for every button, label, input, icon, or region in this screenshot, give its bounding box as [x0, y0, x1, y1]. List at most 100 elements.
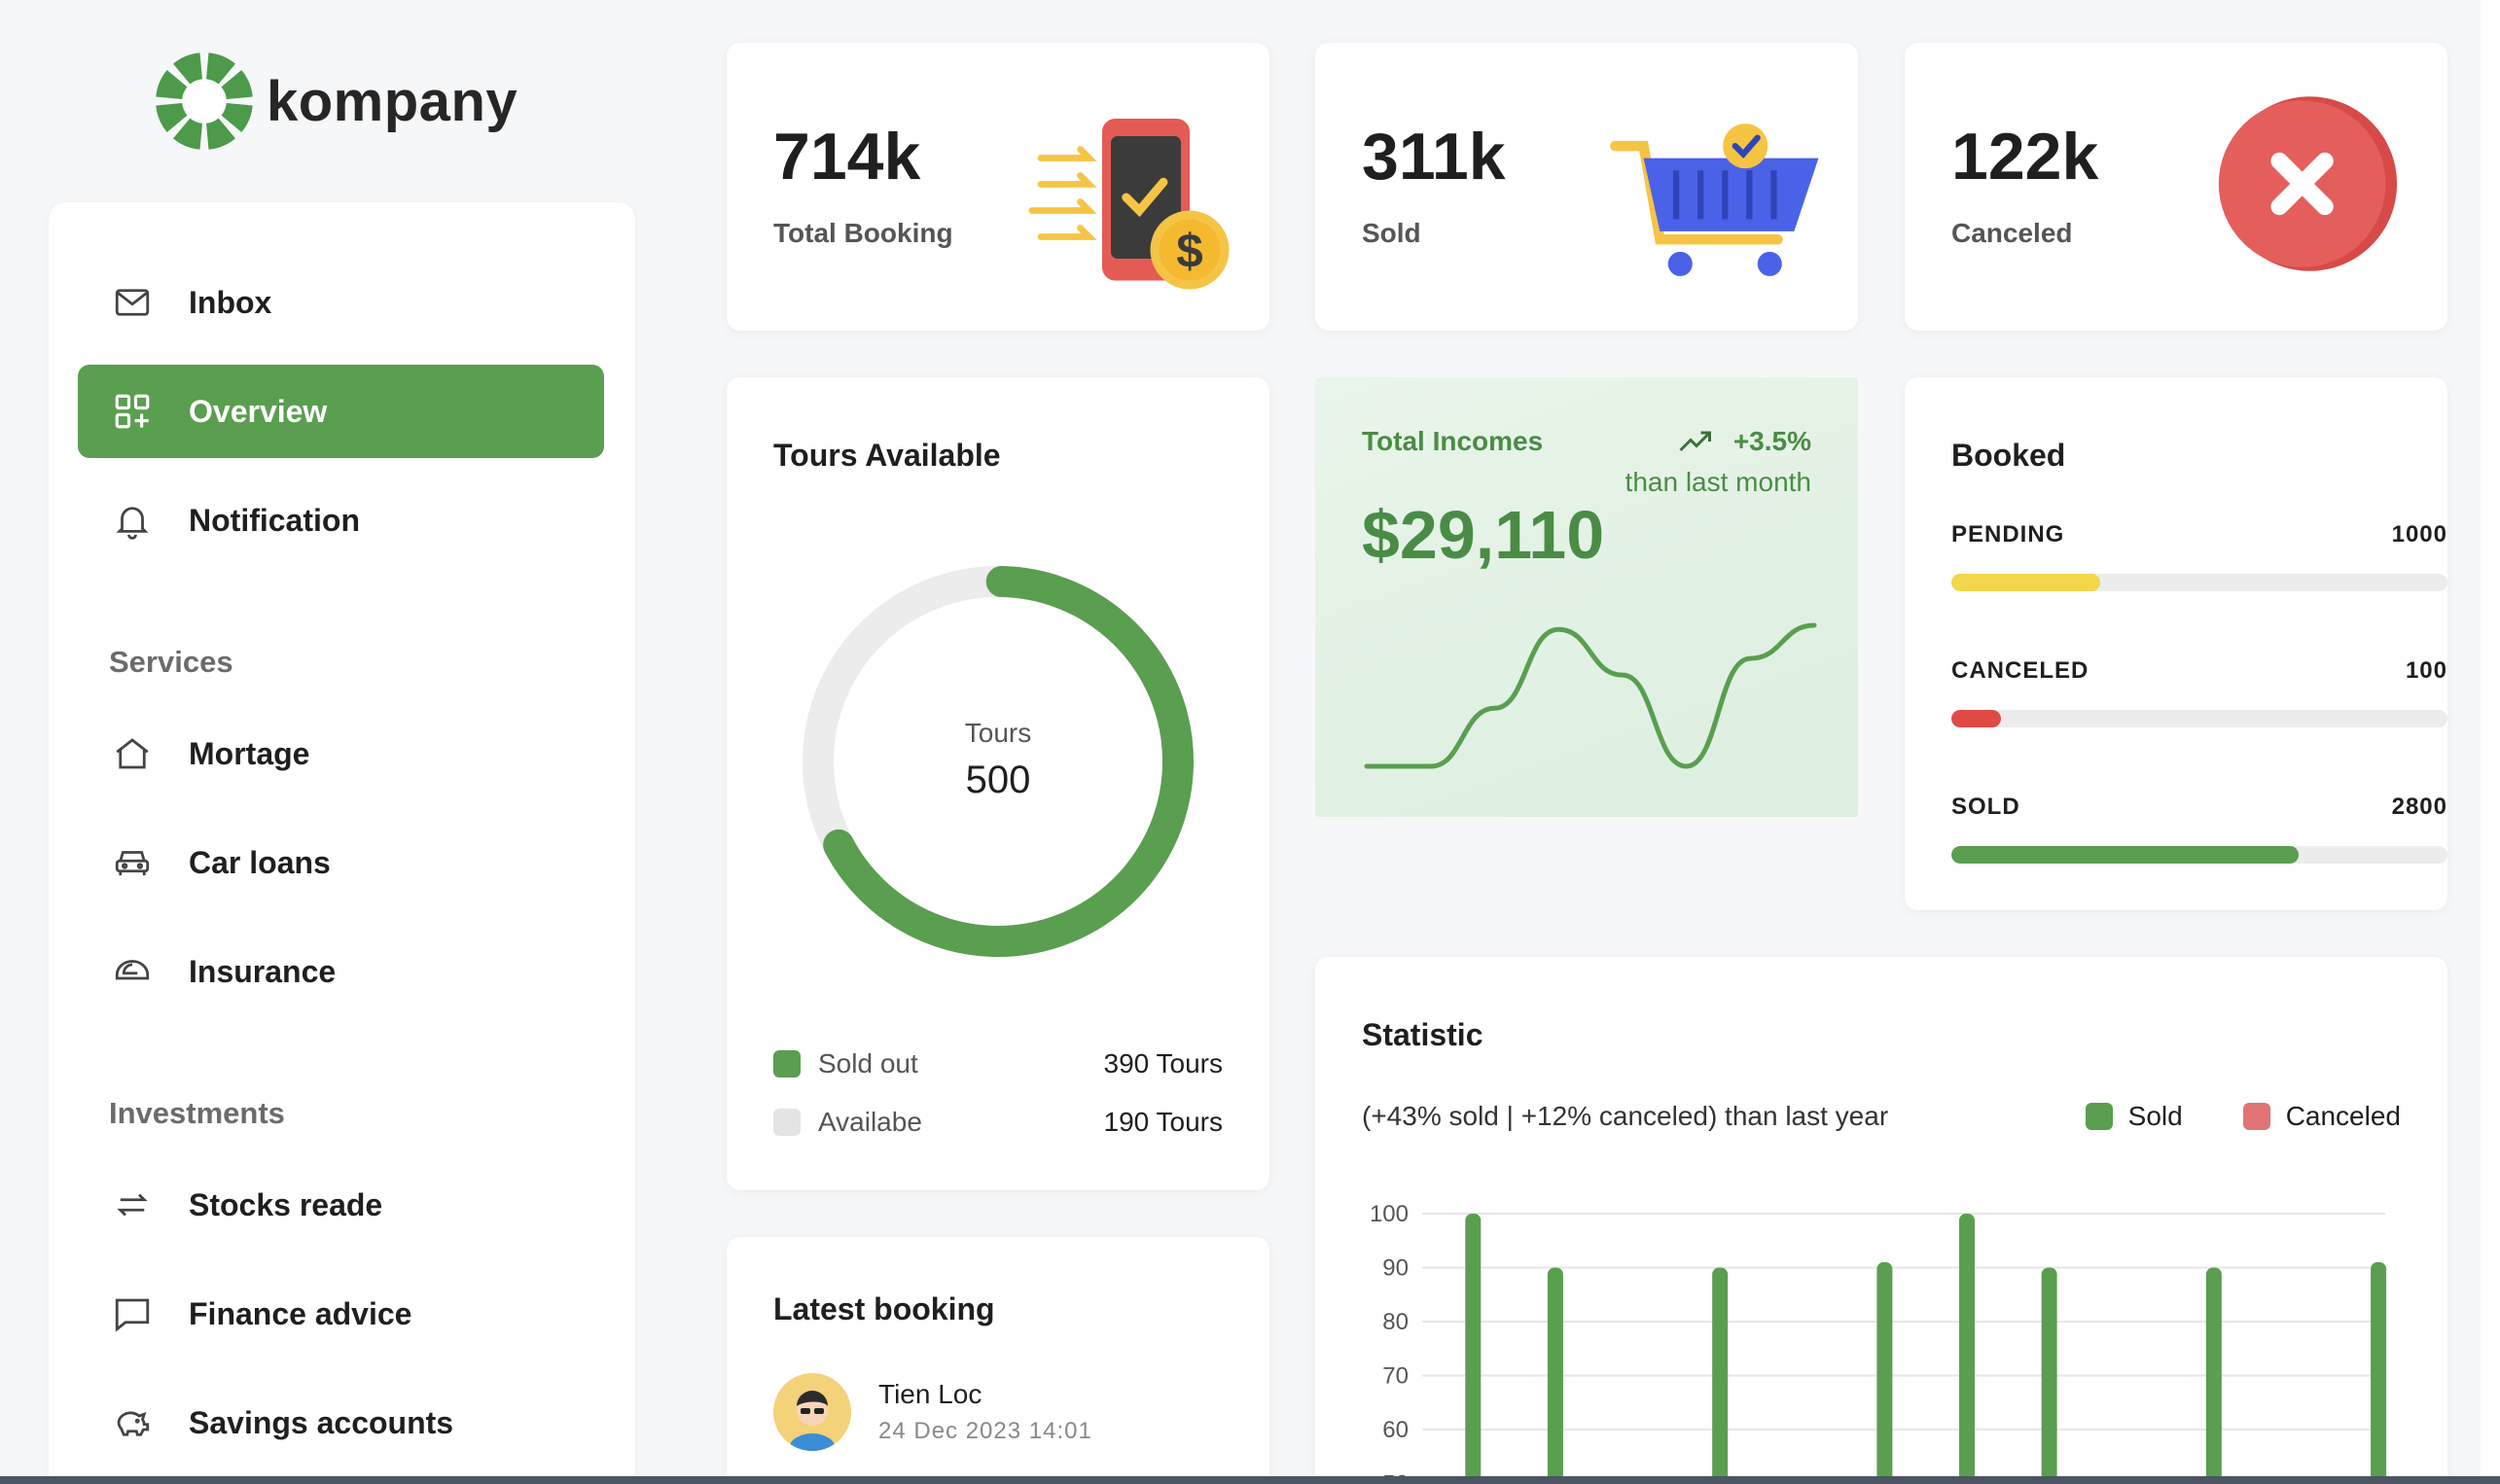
- booked-row-sold: SOLD 2800: [1951, 794, 2447, 864]
- legend-swatch-sold: [2085, 1103, 2113, 1130]
- nav-item-finance-advice[interactable]: Finance advice: [78, 1267, 604, 1360]
- bar-sold[interactable]: [1465, 1214, 1482, 1484]
- arrows-swap-icon: [111, 1184, 154, 1226]
- booked-label: CANCELED: [1951, 657, 2089, 684]
- statistic-bar-chart: 1009080706050: [1370, 1201, 2387, 1484]
- legend-label-canceled: Canceled: [2285, 1101, 2401, 1131]
- booked-card: Booked PENDING 1000 CANCELED 100 SOLD 2800: [1905, 377, 2447, 910]
- window-edge: [2481, 0, 2500, 1484]
- svg-text:$: $: [1176, 225, 1203, 278]
- window-edge: [0, 1476, 2500, 1484]
- total-incomes-card: Total Incomes +3.5% than last month $29,…: [1315, 377, 1858, 817]
- nav-label-car-loans: Car loans: [189, 844, 331, 880]
- brand-name: kompany: [267, 69, 518, 133]
- income-amount: $29,110: [1362, 497, 1605, 573]
- legend-label-sold: Sold: [2127, 1101, 2183, 1131]
- booking-entry[interactable]: Tien Loc 24 Dec 2023 14:01: [773, 1373, 1092, 1451]
- kpi-value: 122k: [1951, 120, 2099, 194]
- nav-item-stocks-reade[interactable]: Stocks reade: [78, 1158, 604, 1252]
- car-icon: [111, 841, 154, 884]
- kpi-label: Canceled: [1951, 218, 2073, 248]
- logo-mark-icon: [156, 53, 253, 150]
- nav-item-savings-accounts[interactable]: Savings accounts: [78, 1376, 604, 1469]
- legend-value: 190 Tours: [1103, 1107, 1223, 1137]
- nav-label-overview: Overview: [189, 393, 328, 429]
- y-tick-label: 80: [1382, 1309, 1409, 1335]
- booked-row-pending: PENDING 1000: [1951, 521, 2447, 591]
- brand-logo[interactable]: kompany: [154, 51, 518, 152]
- cancel-circle-illustration-icon: [2218, 96, 2398, 271]
- income-change-note: than last month: [1625, 467, 1811, 497]
- trending-up-icon: [1679, 431, 1711, 452]
- bar-sold[interactable]: [1959, 1214, 1975, 1484]
- income-change: +3.5%: [1732, 426, 1811, 456]
- bar-sold[interactable]: [2205, 1267, 2222, 1484]
- kpi-card-canceled[interactable]: 122k Canceled: [1905, 43, 2447, 331]
- nav-label-mortage: Mortage: [189, 735, 310, 771]
- booked-value: 1000: [2391, 521, 2447, 548]
- statistic-card: Statistic (+43% sold | +12% canceled) th…: [1315, 957, 2447, 1484]
- bell-icon: [111, 499, 154, 542]
- phone-payment-illustration-icon: $: [1028, 119, 1230, 290]
- y-tick-label: 100: [1370, 1201, 1409, 1227]
- nav-label-stocks-reade: Stocks reade: [189, 1186, 383, 1222]
- nav-item-mortage[interactable]: Mortage: [78, 707, 604, 800]
- nav-item-notification[interactable]: Notification: [78, 474, 604, 567]
- nav-label-savings-accounts: Savings accounts: [189, 1404, 454, 1440]
- legend-label: Availabe: [818, 1107, 922, 1137]
- bar-sold[interactable]: [1712, 1267, 1729, 1484]
- shopping-cart-illustration-icon: [1610, 124, 1819, 276]
- sidebar: Inbox Overview Notification Services Mor…: [49, 202, 635, 1484]
- legend-label: Sold out: [818, 1048, 918, 1078]
- nav-item-insurance[interactable]: Insurance: [78, 925, 604, 1018]
- bar-sold[interactable]: [1876, 1261, 1893, 1484]
- card-title: Statistic: [1362, 1017, 1483, 1052]
- nav-item-car-loans[interactable]: Car loans: [78, 816, 604, 909]
- kpi-card-total-booking[interactable]: 714k Total Booking $: [727, 43, 1269, 331]
- chat-icon: [111, 1292, 154, 1335]
- legend-swatch: [773, 1109, 801, 1136]
- booked-row-canceled: CANCELED 100: [1951, 657, 2447, 727]
- house-icon: [111, 732, 154, 775]
- y-tick-label: 90: [1382, 1254, 1409, 1281]
- section-label-services: Services: [109, 645, 233, 679]
- kpi-label: Sold: [1362, 218, 1421, 248]
- avatar-illustration-icon: [773, 1373, 851, 1451]
- donut-center-value: 500: [965, 759, 1031, 801]
- booked-value: 100: [2405, 657, 2447, 684]
- bar-sold[interactable]: [1547, 1267, 1563, 1484]
- donut-center-label: Tours: [964, 718, 1032, 748]
- latest-booking-card: Latest booking Tien Loc 24 Dec 2023 14:0…: [727, 1237, 1269, 1484]
- kpi-card-sold[interactable]: 311k Sold: [1315, 43, 1858, 331]
- booking-name: Tien Loc: [878, 1379, 982, 1409]
- booking-time: 24 Dec 2023 14:01: [878, 1418, 1092, 1444]
- card-title: Latest booking: [773, 1291, 995, 1326]
- card-title: Booked: [1951, 438, 2066, 473]
- tours-available-card: Tours Available Tours 500 Sold out 390 T…: [727, 377, 1269, 1190]
- booked-progress-track: [1951, 846, 2447, 864]
- income-title: Total Incomes: [1362, 426, 1544, 456]
- piggy-bank-icon: [111, 1401, 154, 1444]
- booked-progress-fill: [1951, 710, 2001, 727]
- nav-item-overview[interactable]: Overview: [78, 365, 604, 458]
- bar-sold[interactable]: [2371, 1261, 2387, 1484]
- booked-progress-track: [1951, 710, 2447, 727]
- grid-plus-icon: [111, 390, 154, 433]
- mail-icon: [111, 281, 154, 324]
- y-tick-label: 60: [1382, 1417, 1409, 1443]
- booked-progress-track: [1951, 574, 2447, 591]
- statistic-legend: Sold Canceled: [2085, 1101, 2401, 1132]
- y-tick-label: 70: [1382, 1362, 1409, 1389]
- kpi-label: Total Booking: [773, 218, 953, 248]
- bar-sold[interactable]: [2041, 1267, 2057, 1484]
- nav-label-inbox: Inbox: [189, 284, 272, 320]
- legend-swatch: [773, 1050, 801, 1078]
- card-title: Tours Available: [773, 438, 1001, 473]
- booked-value: 2800: [2391, 794, 2447, 820]
- nav-label-finance-advice: Finance advice: [189, 1295, 412, 1331]
- nav-label-notification: Notification: [189, 502, 360, 538]
- kpi-value: 311k: [1362, 120, 1506, 194]
- nav-item-inbox[interactable]: Inbox: [78, 256, 604, 349]
- booked-label: PENDING: [1951, 521, 2065, 548]
- nav-label-insurance: Insurance: [189, 953, 337, 989]
